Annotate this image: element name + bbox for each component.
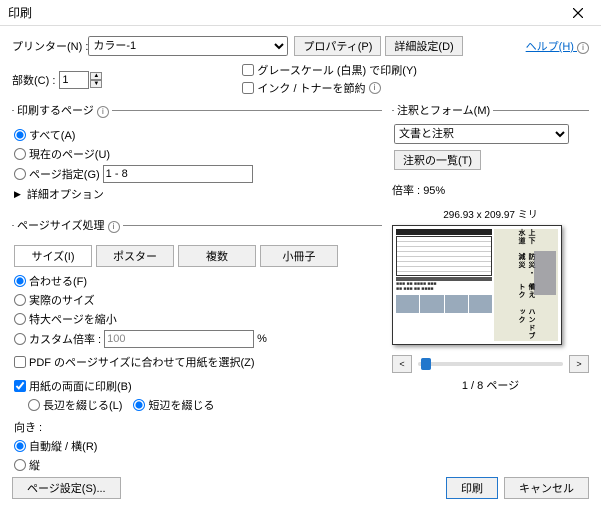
slider-thumb[interactable] <box>421 358 431 370</box>
printer-select[interactable]: カラー-1 <box>88 36 288 56</box>
close-button[interactable] <box>563 2 593 24</box>
info-icon[interactable]: i <box>369 82 381 94</box>
tab-poster[interactable]: ポスター <box>96 245 174 267</box>
properties-button[interactable]: プロパティ(P) <box>294 36 381 56</box>
grayscale-label: グレースケール (白黒) で印刷(Y) <box>257 62 417 78</box>
pages-all-radio[interactable] <box>14 129 26 141</box>
bind-long-radio[interactable] <box>28 399 40 411</box>
cancel-button[interactable]: キャンセル <box>504 477 589 499</box>
tab-booklet[interactable]: 小冊子 <box>260 245 338 267</box>
copies-spin-up[interactable]: ▲ <box>90 72 102 80</box>
pages-all-label: すべて(A) <box>29 127 75 143</box>
preview-dimensions: 296.93 x 209.97 ミリ <box>392 206 589 221</box>
bind-long-label: 長辺を綴じる(L) <box>43 397 122 413</box>
size-custom-input <box>104 330 254 348</box>
copies-input[interactable] <box>59 71 89 89</box>
pages-current-label: 現在のページ(U) <box>29 146 110 162</box>
bind-short-label: 短辺を綴じる <box>148 397 214 413</box>
orient-auto-radio[interactable] <box>14 440 26 452</box>
size-fit-label: 合わせる(F) <box>29 273 87 289</box>
zoom-value: 95% <box>423 185 445 197</box>
printer-label: プリンター(N) : <box>12 38 88 54</box>
pages-range-input[interactable] <box>103 165 253 183</box>
print-preview: ■■■ ■■ ■■■■ ■■■■■ ■■■ ■■ ■■■■ 上下水道 防災・減災… <box>392 225 562 345</box>
copies-spin-down[interactable]: ▼ <box>90 80 102 88</box>
size-fit-radio[interactable] <box>14 275 26 287</box>
zoom-label: 倍率 : <box>392 185 420 197</box>
pages-legend: 印刷するページ <box>17 105 94 117</box>
bind-short-radio[interactable] <box>133 399 145 411</box>
save-ink-checkbox[interactable] <box>242 82 254 94</box>
tab-size[interactable]: サイズ(I) <box>14 245 92 267</box>
chevron-right-icon[interactable]: ▶ <box>14 189 21 200</box>
annot-legend: 注釈とフォーム(M) <box>394 102 493 118</box>
copies-label: 部数(C) : <box>12 72 55 88</box>
pages-range-radio[interactable] <box>14 168 26 180</box>
help-link[interactable]: ヘルプ(H) i <box>526 38 589 54</box>
tab-multi[interactable]: 複数 <box>178 245 256 267</box>
size-shrink-label: 特大ページを縮小 <box>29 311 117 327</box>
annot-list-button[interactable]: 注釈の一覧(T) <box>394 150 481 170</box>
orient-auto-label: 自動縦 / 横(R) <box>29 438 97 454</box>
pages-advanced-label[interactable]: 詳細オプション <box>27 186 104 202</box>
annot-select[interactable]: 文書と注釈 <box>394 124 569 144</box>
advanced-settings-button[interactable]: 詳細設定(D) <box>385 36 462 56</box>
info-icon[interactable]: i <box>97 106 109 118</box>
preview-prev-button[interactable]: < <box>392 355 412 373</box>
pages-range-label: ページ指定(G) <box>29 166 100 182</box>
paper-source-checkbox[interactable] <box>14 356 26 368</box>
close-icon <box>573 8 583 18</box>
size-actual-label: 実際のサイズ <box>29 292 95 308</box>
size-custom-label: カスタム倍率 : <box>29 331 101 347</box>
pages-current-radio[interactable] <box>14 148 26 160</box>
size-actual-radio[interactable] <box>14 294 26 306</box>
duplex-checkbox[interactable] <box>14 380 26 392</box>
page-indicator: 1 / 8 ページ <box>392 377 589 393</box>
info-icon[interactable]: i <box>108 221 120 233</box>
orient-portrait-label: 縦 <box>29 457 40 473</box>
size-custom-radio[interactable] <box>14 333 26 345</box>
page-setup-button[interactable]: ページ設定(S)... <box>12 477 121 499</box>
percent-label: % <box>257 333 267 345</box>
size-legend: ページサイズ処理 <box>17 220 104 232</box>
save-ink-label: インク / トナーを節約 <box>257 80 365 96</box>
print-button[interactable]: 印刷 <box>446 477 498 499</box>
help-icon: i <box>577 42 589 54</box>
preview-slider[interactable] <box>418 362 563 366</box>
orient-portrait-radio[interactable] <box>14 459 26 471</box>
grayscale-checkbox[interactable] <box>242 64 254 76</box>
orientation-label: 向き : <box>14 419 380 435</box>
window-title: 印刷 <box>8 4 32 21</box>
duplex-label: 用紙の両面に印刷(B) <box>29 378 132 394</box>
paper-source-label: PDF のページサイズに合わせて用紙を選択(Z) <box>29 354 255 370</box>
size-shrink-radio[interactable] <box>14 313 26 325</box>
preview-next-button[interactable]: > <box>569 355 589 373</box>
